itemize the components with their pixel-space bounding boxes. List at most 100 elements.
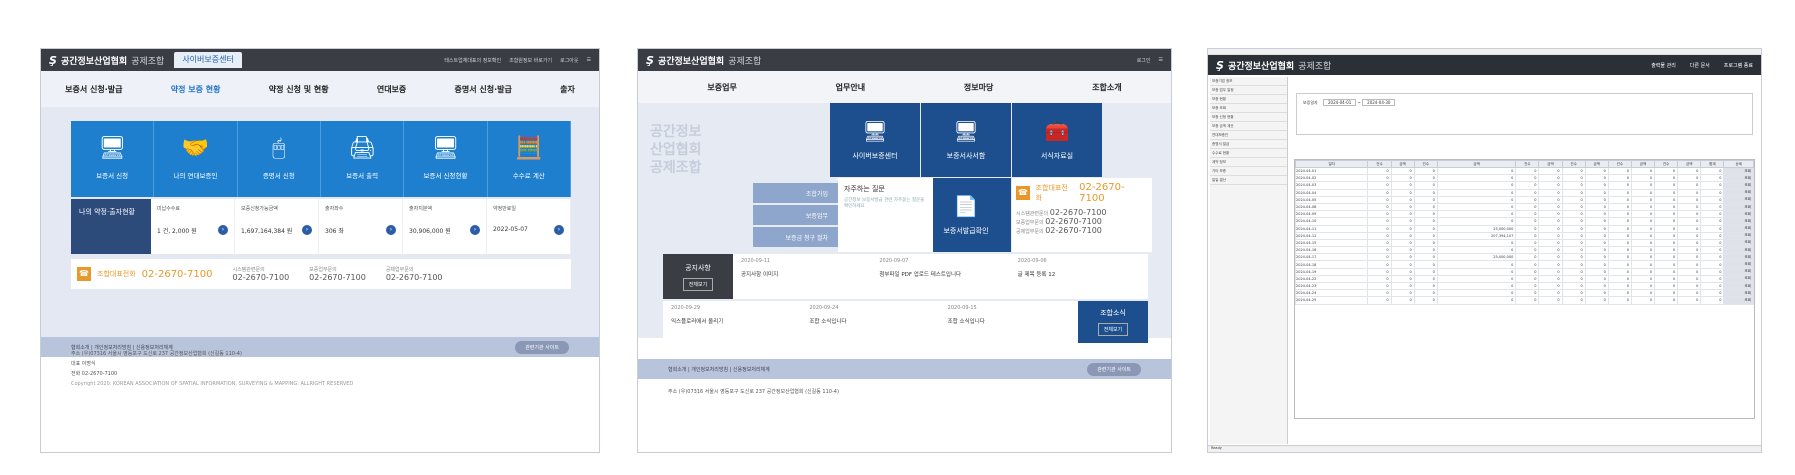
menu-icon[interactable]: ☰ — [587, 57, 591, 63]
nav-item[interactable]: 보증서 신청·발급 — [65, 84, 122, 95]
footer-links[interactable]: 협회소개 | 개인정보처리방침 | 신용정보처리체계 — [668, 366, 770, 373]
other-doc-button[interactable]: 다른 문서 — [1690, 62, 1710, 69]
service-join[interactable]: 조합가입 — [753, 183, 838, 203]
table-row[interactable]: 2024-04-05 0 0 0 0 0 0 0 0 0 0 0 0 0 조회 — [1294, 195, 1754, 204]
menu-icon[interactable]: ☰ — [1159, 57, 1163, 63]
nav-item-active[interactable]: 약정 보증 현황 — [171, 84, 221, 95]
related-sites-button[interactable]: 관련기관 사이트 — [1087, 362, 1141, 376]
row-detail-button[interactable]: 조회 — [1723, 210, 1754, 219]
sidebar-item[interactable]: 보증 현황 — [1210, 95, 1287, 104]
sidebar-item[interactable]: 계약 정보 — [1210, 158, 1287, 167]
logo[interactable]: Ş 공간정보산업협회 공제조합 — [646, 54, 761, 67]
tile-fee-calc[interactable]: 🧮 수수료 계산 — [487, 121, 571, 197]
service-guarantee[interactable]: 보증업무 — [753, 205, 838, 225]
table-row[interactable]: 2024-04-04 0 0 0 0 0 0 0 0 0 0 0 0 0 조회 — [1294, 188, 1754, 197]
table-row[interactable]: 2024-04-03 0 0 0 0 0 0 0 0 0 0 0 0 0 조회 — [1294, 181, 1754, 190]
nav-item[interactable]: 증명서 신청·발급 — [455, 84, 512, 95]
nav-item[interactable]: 정보마당 — [964, 82, 993, 93]
row-detail-button[interactable]: 조회 — [1723, 253, 1754, 262]
tile-guarantee-status[interactable]: 🖥 보증서 신청현황 — [404, 121, 488, 197]
row-detail-button[interactable]: 조회 — [1723, 195, 1754, 204]
table-row[interactable]: 2024-04-17 0 0 0 25,000,000 0 0 0 0 0 0 0 0 0 조회 — [1294, 253, 1754, 262]
date-from-input[interactable]: 2024-04-01 — [1323, 99, 1357, 106]
logo[interactable]: Ş 공간정보산업협회 공제조합 — [49, 54, 164, 67]
nav-item[interactable]: 보증업무 — [707, 82, 736, 93]
sidebar-item[interactable]: 증명서 발급 — [1210, 140, 1287, 149]
table-row[interactable]: 2024-04-01 0 0 0 0 0 0 0 0 0 0 0 0 0 조회 — [1294, 166, 1754, 176]
row-detail-button[interactable]: 조회 — [1723, 260, 1754, 269]
row-detail-button[interactable]: 조회 — [1723, 281, 1754, 291]
tile-my-guarantor[interactable]: 🤝 나의 연대보증인 — [154, 121, 238, 197]
nav-item[interactable]: 출자 — [560, 84, 575, 95]
sidebar-item[interactable]: 수수료 현황 — [1210, 149, 1287, 158]
news-item[interactable]: 2020-09-29 익스플로러에서 올리기 — [663, 301, 801, 343]
user-link[interactable]: 조합원정보 바로가기 — [509, 57, 552, 64]
notice-item[interactable]: 2020-09-07 첨부파일 PDF 업로드 테스트입니다 — [871, 254, 1009, 299]
related-sites-button[interactable]: 관련기관 사이트 — [515, 340, 569, 354]
row-detail-button[interactable]: 조회 — [1723, 166, 1754, 176]
table-row[interactable]: 2024-04-23 0 0 0 0 0 0 0 0 0 0 0 0 0 조회 — [1294, 281, 1754, 291]
sidebar-item[interactable]: 보증 조회 — [1210, 104, 1287, 113]
exit-button[interactable]: 프로그램 종료 — [1724, 62, 1753, 69]
notice-view-all-button[interactable]: 전체보기 — [682, 277, 714, 291]
faq-box[interactable]: 자주하는 질문 공간정보 보증서발급 관련 자주묻는 질문을 확인하세요 — [838, 178, 933, 252]
tab-cyber-center[interactable]: 사이버보증센터 — [174, 52, 242, 68]
table-row[interactable]: 2024-04-18 0 0 0 0 0 0 0 0 0 0 0 0 0 조회 — [1294, 260, 1754, 269]
sidebar-item[interactable]: 보증 업무 일정 — [1210, 86, 1287, 95]
tile-guarantee-print[interactable]: 🖨 보증서 출력 — [320, 121, 405, 197]
tile-cyber-center[interactable]: 🖥 사이버보증센터 — [830, 103, 920, 177]
sidebar-item[interactable]: 연대보증인 — [1210, 131, 1287, 140]
row-detail-button[interactable]: 조회 — [1723, 289, 1754, 298]
row-detail-button[interactable]: 조회 — [1723, 188, 1754, 197]
row-detail-button[interactable]: 조회 — [1723, 267, 1754, 276]
tile-certificate-apply[interactable]: 🖱 증명서 신청 — [237, 121, 321, 197]
print-manage-button[interactable]: 출력물 관리 — [1651, 62, 1676, 69]
sidebar-item[interactable]: 일일 결산 — [1210, 176, 1287, 185]
row-detail-button[interactable]: 조회 — [1723, 231, 1754, 240]
table-row[interactable]: 2024-04-25 0 0 0 0 0 0 0 0 0 0 0 0 0 조회 — [1294, 296, 1754, 305]
table-row[interactable]: 2024-04-02 0 0 0 0 0 0 0 0 0 0 0 0 0 조회 — [1294, 174, 1754, 183]
sidebar-item[interactable]: 보증기업 정보 — [1210, 77, 1287, 86]
nav-item[interactable]: 연대보증 — [377, 84, 406, 95]
service-claim[interactable]: 보증금 청구 절차 — [753, 227, 838, 247]
row-detail-button[interactable]: 조회 — [1723, 181, 1754, 190]
news-item[interactable]: 2020-09-15 조합 소식입니다 — [940, 301, 1078, 343]
sidebar-item[interactable]: 보증 신청 현황 — [1210, 113, 1287, 122]
arrow-right-icon[interactable]: › — [218, 225, 228, 235]
tile-verify[interactable]: 📄 보증서발급확인 — [921, 178, 1011, 252]
nav-item[interactable]: 약정 신청 및 현황 — [269, 84, 329, 95]
table-row[interactable]: 2024-04-16 0 0 0 0 0 0 0 0 0 0 0 0 0 조회 — [1294, 246, 1754, 255]
row-detail-button[interactable]: 조회 — [1723, 238, 1754, 248]
table-row[interactable]: 2024-04-15 0 0 0 0 0 0 0 0 0 0 0 0 0 조회 — [1294, 238, 1754, 248]
row-detail-button[interactable]: 조회 — [1723, 217, 1754, 226]
table-row[interactable]: 2024-04-11 0 0 0 25,000,000 0 0 0 0 0 0 0 0 0 조회 — [1294, 224, 1754, 233]
table-row[interactable]: 2024-04-24 0 0 0 0 0 0 0 0 0 0 0 0 0 조회 — [1294, 289, 1754, 298]
tile-mailbox[interactable]: 🖥 보증서사서함 — [921, 103, 1011, 177]
arrow-right-icon[interactable]: › — [554, 225, 564, 235]
table-row[interactable]: 2024-04-19 0 0 0 0 0 0 0 0 0 0 0 0 0 조회 — [1294, 267, 1754, 276]
arrow-right-icon[interactable]: › — [386, 225, 396, 235]
row-detail-button[interactable]: 조회 — [1723, 296, 1754, 305]
table-row[interactable]: 2024-04-08 0 0 0 0 0 0 0 0 0 0 0 0 0 조회 — [1294, 202, 1754, 212]
arrow-right-icon[interactable]: › — [302, 225, 312, 235]
user-info[interactable]: 테스트업체대표의 정보확인 — [444, 57, 501, 64]
date-to-input[interactable]: 2024-04-30 — [1362, 99, 1396, 106]
nav-item[interactable]: 조합소개 — [1092, 82, 1121, 93]
news-view-all-button[interactable]: 전체보기 — [1097, 323, 1129, 336]
row-detail-button[interactable]: 조회 — [1723, 246, 1754, 255]
login-link[interactable]: 로그인 — [1137, 57, 1151, 64]
table-row[interactable]: 2024-04-22 0 0 0 0 0 0 0 0 0 0 0 0 0 조회 — [1294, 274, 1754, 284]
notice-item[interactable]: 2020-09-11 공지사항 이미지 — [733, 254, 871, 299]
logout-link[interactable]: 로그아웃 — [560, 57, 578, 64]
news-item[interactable]: 2020-09-24 조합 소식입니다 — [801, 301, 939, 343]
sidebar-item[interactable]: 보증 금액 계산 — [1210, 122, 1287, 131]
row-detail-button[interactable]: 조회 — [1723, 274, 1754, 284]
row-detail-button[interactable]: 조회 — [1723, 174, 1754, 183]
nav-item[interactable]: 업무안내 — [836, 82, 865, 93]
tile-forms[interactable]: 🧰 서식자료실 — [1012, 103, 1102, 177]
notice-item[interactable]: 2020-09-06 글 제목 등록 12 — [1010, 254, 1148, 299]
sidebar-item[interactable]: 기타 보증 — [1210, 167, 1287, 176]
row-detail-button[interactable]: 조회 — [1723, 202, 1754, 212]
row-detail-button[interactable]: 조회 — [1723, 224, 1754, 233]
arrow-right-icon[interactable]: › — [470, 225, 480, 235]
